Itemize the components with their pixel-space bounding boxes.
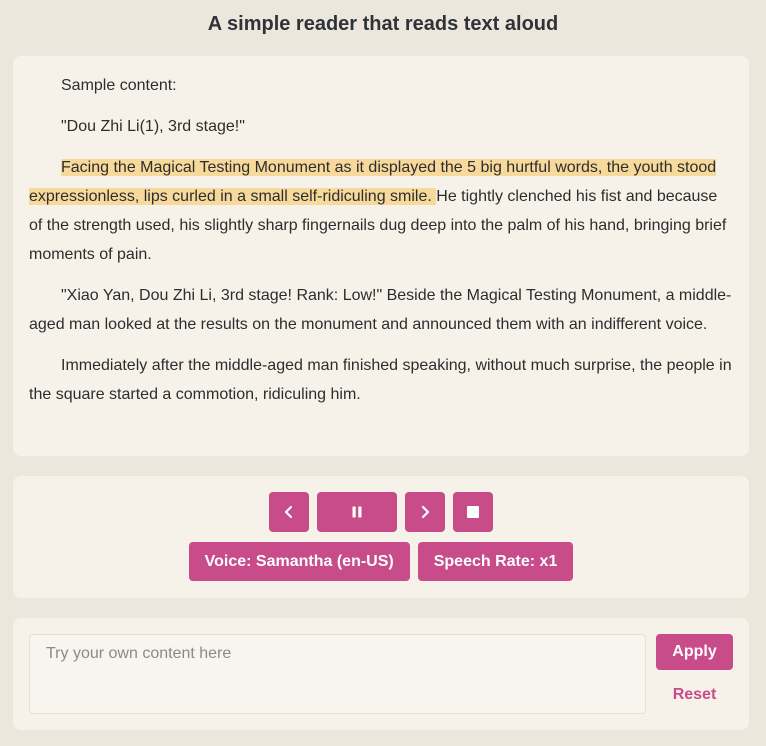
reader-paragraph: Immediately after the middle-aged man fi… [29,357,732,403]
reset-button[interactable]: Reset [656,680,733,710]
pause-button[interactable] [317,492,397,532]
stop-button[interactable] [453,492,493,532]
page-title: A simple reader that reads text aloud [207,13,559,35]
reader-paragraph: "Dou Zhi Li(1), 3rd stage!" [61,118,245,135]
playback-button-row [13,492,749,532]
custom-content-panel: Apply Reset [13,618,749,730]
reader-paragraph: Sample content: [61,77,177,94]
pause-icon [352,506,362,518]
reader-panel: Sample content: "Dou Zhi Li(1), 3rd stag… [13,56,749,456]
speech-settings-row: Voice: Samantha (en-US) Speech Rate: x1 [13,542,749,581]
reader-paragraph: "Xiao Yan, Dou Zhi Li, 3rd stage! Rank: … [29,287,732,333]
voice-select-button[interactable]: Voice: Samantha (en-US) [188,542,410,581]
apply-button[interactable]: Apply [656,634,733,670]
next-button[interactable] [405,492,445,532]
playback-controls: Voice: Samantha (en-US) Speech Rate: x1 [13,476,749,598]
speech-rate-button[interactable]: Speech Rate: x1 [417,542,574,581]
chevron-left-icon [284,505,293,519]
reader-paragraph: Facing the Magical Testing Monument as i… [29,153,733,269]
stop-icon [467,506,479,518]
custom-content-input[interactable] [29,634,646,714]
previous-button[interactable] [269,492,309,532]
chevron-right-icon [421,505,430,519]
